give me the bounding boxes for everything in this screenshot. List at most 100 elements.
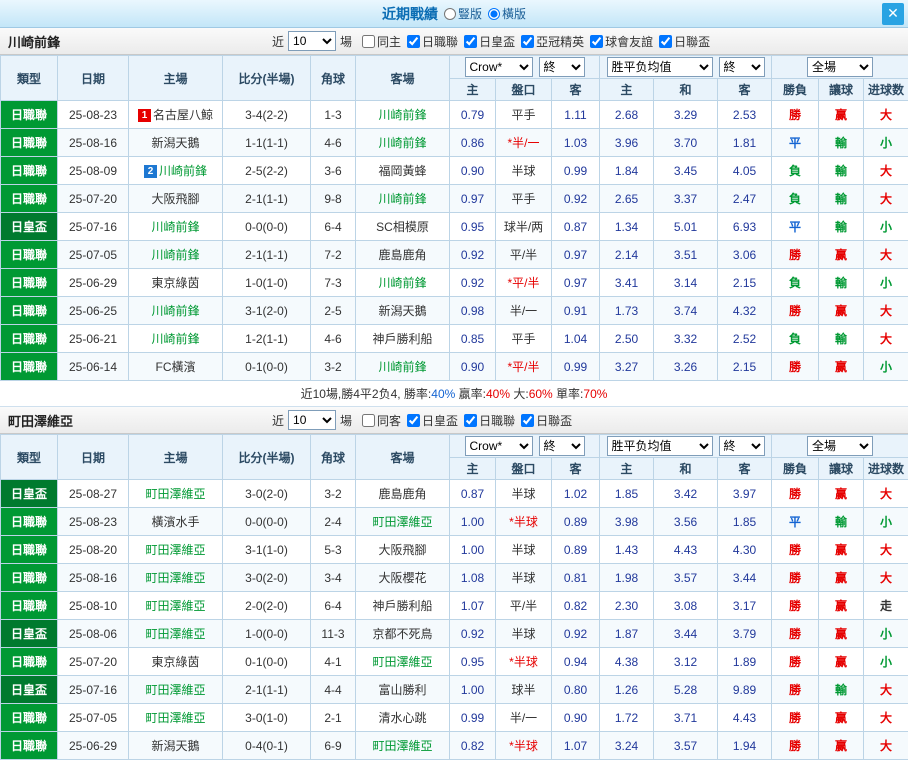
- corner-cell: 1-3: [311, 101, 356, 129]
- league-filter-checkbox[interactable]: [521, 35, 534, 48]
- league-filter-checkbox[interactable]: [407, 35, 420, 48]
- home-team-name[interactable]: 川崎前鋒: [151, 332, 199, 346]
- league-filter-checkbox[interactable]: [464, 414, 477, 427]
- home-team-name[interactable]: 町田澤維亞: [145, 683, 205, 697]
- goals-result-cell: 大: [864, 536, 908, 564]
- league-filter-checkbox[interactable]: [362, 35, 375, 48]
- avg-time-select[interactable]: 終: [719, 57, 765, 77]
- away-team-name[interactable]: 川崎前鋒: [378, 360, 426, 374]
- close-button[interactable]: ✕: [882, 3, 904, 25]
- home-team-name[interactable]: 町田澤維亞: [145, 571, 205, 585]
- recent-results-window: 近期戰績 豎版 橫版 ✕ 川崎前鋒 近 10 場 同主日職聯日皇盃亞冠精英球會友…: [0, 0, 908, 760]
- away-team-name[interactable]: 鹿島鹿角: [378, 487, 426, 501]
- view-option-horizontal[interactable]: 橫版: [488, 5, 526, 22]
- handicap-cell: 球半: [496, 676, 552, 704]
- home-team-name[interactable]: 名古屋八鯨: [153, 108, 213, 122]
- corner-cell: 11-3: [311, 620, 356, 648]
- period-select[interactable]: 全場: [807, 57, 873, 77]
- avg-home-cell: 1.43: [600, 536, 654, 564]
- odds-away-cell: 0.99: [552, 353, 600, 381]
- home-team-name[interactable]: 町田澤維亞: [145, 543, 205, 557]
- league-filter[interactable]: 日聯盃: [521, 412, 572, 429]
- home-team-name[interactable]: 大阪飛腳: [151, 192, 199, 206]
- league-filter[interactable]: 日職聯: [464, 412, 515, 429]
- summary-segment: 贏率:: [455, 387, 486, 401]
- home-team-cell: 町田澤維亞: [129, 676, 223, 704]
- league-filter-checkbox[interactable]: [521, 414, 534, 427]
- away-team-name[interactable]: 川崎前鋒: [378, 136, 426, 150]
- odds-time-select[interactable]: 終: [539, 436, 585, 456]
- avg-home-cell: 2.14: [600, 241, 654, 269]
- league-filter-checkbox[interactable]: [407, 414, 420, 427]
- league-filter[interactable]: 日聯盃: [659, 33, 710, 50]
- home-team-name[interactable]: 川崎前鋒: [151, 304, 199, 318]
- vertical-view-radio[interactable]: [444, 8, 456, 20]
- bookmaker-select[interactable]: Crow*: [465, 57, 533, 77]
- home-team-name[interactable]: 川崎前鋒: [151, 220, 199, 234]
- league-filter[interactable]: 同主: [362, 33, 401, 50]
- home-team-name[interactable]: 町田澤維亞: [145, 487, 205, 501]
- league-filter-checkbox[interactable]: [362, 414, 375, 427]
- league-filter[interactable]: 球會友誼: [590, 33, 653, 50]
- league-filter[interactable]: 日皇盃: [407, 412, 458, 429]
- league-filter-checkbox[interactable]: [659, 35, 672, 48]
- avg-time-select[interactable]: 終: [719, 436, 765, 456]
- period-select[interactable]: 全場: [807, 436, 873, 456]
- away-team-name[interactable]: 清水心跳: [378, 711, 426, 725]
- away-team-name[interactable]: 町田澤維亞: [372, 739, 432, 753]
- home-team-name[interactable]: 東京綠茵: [151, 276, 199, 290]
- result-cell: 勝: [772, 101, 819, 129]
- away-team-name[interactable]: 神戶勝利船: [372, 332, 432, 346]
- odds-time-select[interactable]: 終: [539, 57, 585, 77]
- away-team-name[interactable]: 川崎前鋒: [378, 276, 426, 290]
- away-team-cell: SC相模原: [356, 213, 450, 241]
- away-team-name[interactable]: 町田澤維亞: [372, 515, 432, 529]
- home-team-name[interactable]: 橫濱水手: [151, 515, 199, 529]
- away-team-name[interactable]: 大阪飛腳: [378, 543, 426, 557]
- away-team-name[interactable]: 川崎前鋒: [378, 192, 426, 206]
- avg-away-cell: 1.85: [718, 508, 772, 536]
- home-team-name[interactable]: 町田澤維亞: [145, 627, 205, 641]
- score-cell: 2-0(2-0): [223, 592, 311, 620]
- away-team-name[interactable]: 川崎前鋒: [378, 108, 426, 122]
- view-option-vertical[interactable]: 豎版: [444, 5, 482, 22]
- league-filter-label: 日皇盃: [422, 412, 458, 429]
- away-team-name[interactable]: 鹿島鹿角: [378, 248, 426, 262]
- match-count-select[interactable]: 10: [288, 31, 336, 51]
- home-team-name[interactable]: 川崎前鋒: [159, 164, 207, 178]
- league-filter[interactable]: 同客: [362, 412, 401, 429]
- avg-odds-select[interactable]: 胜平负均值: [607, 57, 713, 77]
- corner-cell: 6-4: [311, 213, 356, 241]
- match-count-select[interactable]: 10: [288, 410, 336, 430]
- away-team-name[interactable]: 京都不死鳥: [372, 627, 432, 641]
- home-team-name[interactable]: FC橫濱: [156, 360, 196, 374]
- col-header-away: 客場: [356, 56, 450, 101]
- home-team-name[interactable]: 東京綠茵: [151, 655, 199, 669]
- titlebar-center: 近期戰績 豎版 橫版: [0, 4, 908, 24]
- home-team-name[interactable]: 川崎前鋒: [151, 248, 199, 262]
- home-team-name[interactable]: 新潟天鵝: [151, 136, 199, 150]
- avg-odds-select[interactable]: 胜平负均值: [607, 436, 713, 456]
- away-team-name[interactable]: 町田澤維亞: [372, 655, 432, 669]
- avg-away-cell: 3.79: [718, 620, 772, 648]
- goals-result-cell: 小: [864, 508, 908, 536]
- away-team-name[interactable]: 富山勝利: [378, 683, 426, 697]
- league-filter-checkbox[interactable]: [464, 35, 477, 48]
- league-filter[interactable]: 亞冠精英: [521, 33, 584, 50]
- bookmaker-select[interactable]: Crow*: [465, 436, 533, 456]
- home-team-name[interactable]: 町田澤維亞: [145, 599, 205, 613]
- avg-home-cell: 1.72: [600, 704, 654, 732]
- away-team-name[interactable]: 福岡黃蜂: [378, 164, 426, 178]
- away-team-name[interactable]: 大阪櫻花: [378, 571, 426, 585]
- home-team-name[interactable]: 町田澤維亞: [145, 711, 205, 725]
- score-cell: 0-1(0-0): [223, 353, 311, 381]
- league-filter[interactable]: 日皇盃: [464, 33, 515, 50]
- away-team-name[interactable]: SC相模原: [376, 220, 429, 234]
- away-team-cell: 大阪櫻花: [356, 564, 450, 592]
- horizontal-view-radio[interactable]: [488, 8, 500, 20]
- away-team-name[interactable]: 新潟天鵝: [378, 304, 426, 318]
- league-filter[interactable]: 日職聯: [407, 33, 458, 50]
- league-filter-checkbox[interactable]: [590, 35, 603, 48]
- home-team-name[interactable]: 新潟天鵝: [151, 739, 199, 753]
- away-team-name[interactable]: 神戶勝利船: [372, 599, 432, 613]
